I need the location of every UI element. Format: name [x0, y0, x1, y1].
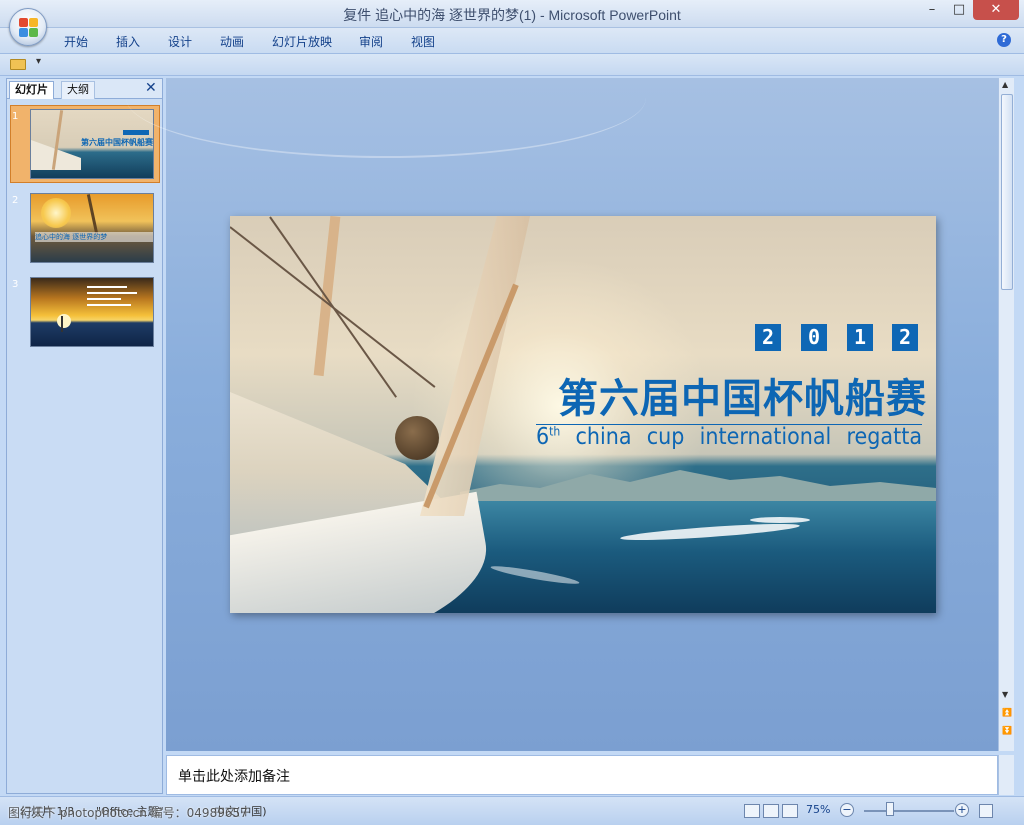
- normal-view-icon[interactable]: [744, 804, 760, 818]
- year-digit: 2: [892, 324, 918, 351]
- thumbnail-number: 2: [12, 195, 19, 206]
- status-bar: 幻灯片 1/3 "Office 主题" 中文(中国) 75% − + 图行天下 …: [0, 796, 1024, 825]
- year-digit: 1: [847, 324, 873, 351]
- tab-home[interactable]: 开始: [64, 33, 88, 50]
- slide-canvas[interactable]: 2 0 1 2 第六届中国杯帆船赛 6th china cup internat…: [230, 216, 936, 613]
- slides-panel: 幻灯片 大纲 ✕ 1 第六届中国杯帆船赛 2 追心中的海 逐世界的梦 3: [6, 78, 163, 794]
- tab-insert[interactable]: 插入: [116, 33, 140, 50]
- slideshow-view-icon[interactable]: [782, 804, 798, 818]
- zoom-out-button[interactable]: −: [840, 803, 854, 817]
- zoom-slider-handle[interactable]: [886, 802, 894, 816]
- close-button[interactable]: ✕: [973, 0, 1019, 20]
- tab-slides[interactable]: 幻灯片: [9, 81, 54, 99]
- background-decoration: [126, 38, 646, 158]
- slide-sorter-view-icon[interactable]: [763, 804, 779, 818]
- notes-placeholder[interactable]: 单击此处添加备注: [178, 766, 290, 786]
- subtitle-word: china: [575, 424, 632, 450]
- thumbnail-caption: 追心中的海 逐世界的梦: [35, 232, 153, 242]
- year-digit: 2: [755, 324, 781, 351]
- customize-toolbar-dropdown[interactable]: ▾: [36, 56, 41, 67]
- zoom-in-button[interactable]: +: [955, 803, 969, 817]
- window-title: 复件 追心中的海 逐世界的梦(1) - Microsoft PowerPoint: [343, 7, 681, 23]
- thumbnail-number: 1: [12, 111, 19, 122]
- scroll-down-icon[interactable]: ▼: [1002, 690, 1008, 699]
- subtitle-ordinal: 6th: [536, 424, 561, 450]
- open-folder-icon[interactable]: [10, 59, 26, 70]
- subtitle-word: regatta: [846, 424, 922, 450]
- vertical-scrollbar[interactable]: ▲ ▼ ⏫ ⏬: [998, 78, 1014, 751]
- previous-slide-icon[interactable]: ⏫: [1002, 708, 1012, 717]
- thumbnail-number: 3: [12, 279, 19, 290]
- watermark: 图行天下 photophoto.cn 编号：04989657: [8, 806, 248, 820]
- zoom-slider[interactable]: [864, 810, 954, 812]
- next-slide-icon[interactable]: ⏬: [1002, 726, 1012, 735]
- scroll-thumb[interactable]: [1001, 94, 1013, 290]
- zoom-level[interactable]: 75%: [806, 803, 830, 816]
- subtitle-word: international: [699, 424, 832, 450]
- thumbnail-caption: 第六届中国杯帆船赛: [81, 138, 153, 147]
- title-bar: 复件 追心中的海 逐世界的梦(1) - Microsoft PowerPoint…: [0, 0, 1024, 28]
- notes-pane[interactable]: 单击此处添加备注: [166, 755, 998, 795]
- slide-thumbnail-2[interactable]: 追心中的海 逐世界的梦: [30, 193, 154, 263]
- minimize-button[interactable]: –: [919, 0, 945, 20]
- winch: [395, 416, 439, 460]
- mountain-range: [460, 470, 936, 502]
- office-button[interactable]: [9, 8, 47, 46]
- slide-thumbnail-3[interactable]: [30, 277, 154, 347]
- slide-thumbnail-1[interactable]: 第六届中国杯帆船赛: [30, 109, 154, 179]
- slide-subtitle[interactable]: 6th china cup international regatta: [536, 424, 922, 450]
- fit-to-window-icon[interactable]: [979, 804, 993, 818]
- subtitle-word: cup: [646, 424, 685, 450]
- tab-design[interactable]: 设计: [168, 33, 192, 50]
- notes-scrollbar[interactable]: [998, 755, 1014, 795]
- slide-title[interactable]: 第六届中国杯帆船赛: [535, 366, 927, 424]
- help-icon[interactable]: ?: [997, 33, 1011, 47]
- tab-outline[interactable]: 大纲: [61, 81, 95, 99]
- office-logo-icon: [19, 18, 39, 38]
- maximize-button[interactable]: □: [946, 0, 972, 20]
- scroll-up-icon[interactable]: ▲: [1002, 80, 1008, 89]
- year-digit: 0: [801, 324, 827, 351]
